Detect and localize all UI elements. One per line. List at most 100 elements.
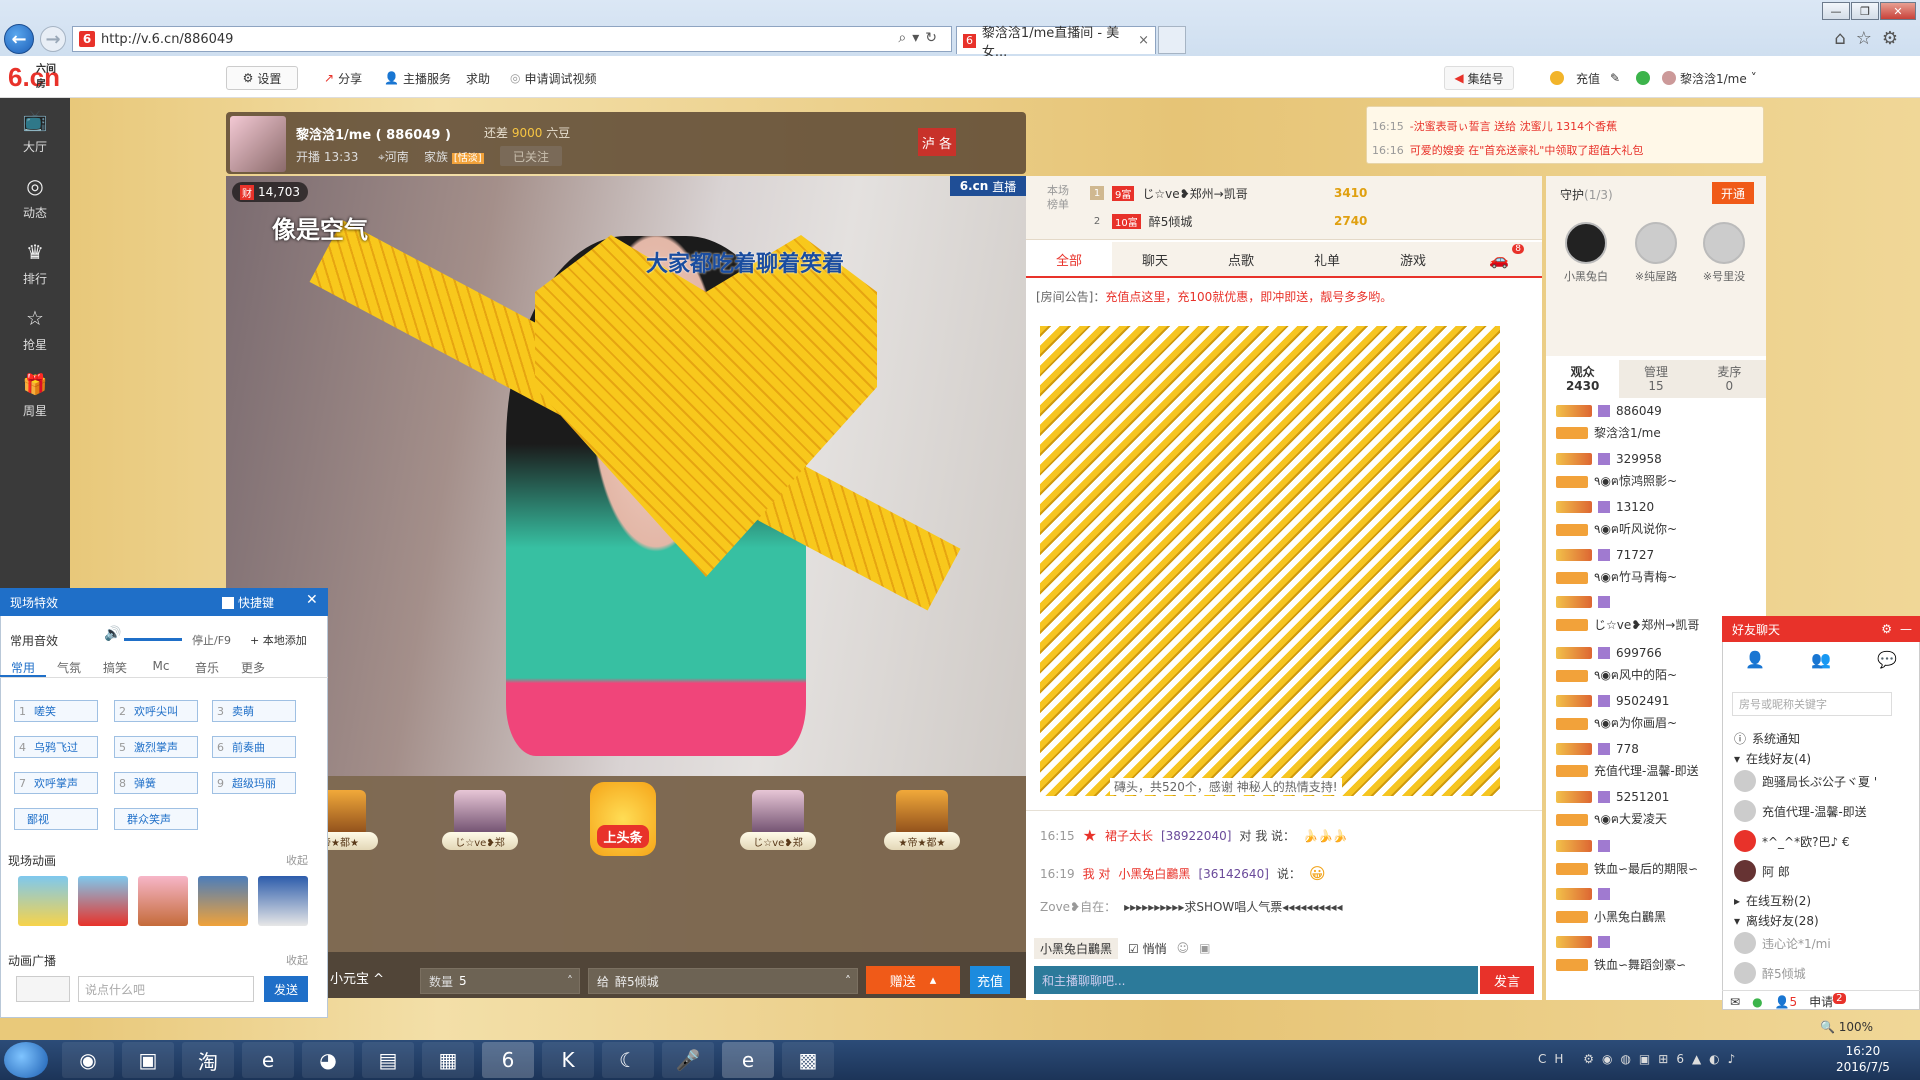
minimize-button[interactable]: —: [1822, 2, 1850, 20]
user-list-name[interactable]: ٩◉ฅ为你画眉~: [1556, 714, 1677, 733]
user-list-name[interactable]: 黎浛浛1/me: [1556, 424, 1661, 441]
animation-item[interactable]: [258, 876, 308, 926]
tab-close-icon[interactable]: ×: [1138, 33, 1149, 48]
quiet-checkbox[interactable]: ☑ 悄悄: [1128, 940, 1167, 957]
liujianfang-icon[interactable]: 6: [482, 1042, 534, 1078]
taobao-icon[interactable]: 淘: [182, 1042, 234, 1078]
user-list-name[interactable]: ٩◉ฅ惊鸿照影~: [1556, 472, 1677, 491]
user-list-item[interactable]: [1556, 840, 1616, 852]
sound-tab[interactable]: 更多: [230, 656, 276, 677]
back-button[interactable]: ←: [4, 24, 34, 54]
home-favorites-settings-icon[interactable]: ⌂☆⚙: [1834, 28, 1908, 49]
sound-effect-button[interactable]: 3 卖萌: [212, 700, 296, 722]
start-button[interactable]: [4, 1042, 48, 1078]
guard-member[interactable]: ※号里没: [1694, 222, 1754, 284]
windows-tiles-icon[interactable]: ▦: [422, 1042, 474, 1078]
share-link[interactable]: ↗ 分享: [324, 66, 362, 90]
gift-item[interactable]: ★帝★都★: [882, 790, 962, 870]
user-list-name[interactable]: 铁血∽最后的期限∽: [1556, 860, 1698, 877]
sound-tab[interactable]: 常用: [0, 656, 46, 677]
user-list-item[interactable]: 329958: [1556, 452, 1662, 466]
broadcast-send-button[interactable]: 发送: [264, 976, 308, 1002]
user-list-name[interactable]: 小黑兔白鸝黑: [1556, 908, 1666, 925]
gift-item[interactable]: じ☆ve❥郑: [738, 790, 818, 870]
user-list-name[interactable]: ٩◉ฅ听风说你~: [1556, 520, 1677, 539]
sound-effect-button[interactable]: 群众笑声: [114, 808, 198, 830]
collapse-broadcast-link[interactable]: 收起: [286, 952, 308, 968]
user-list-name[interactable]: ٩◉ฅ竹马青梅~: [1556, 568, 1677, 587]
headline-gift-button[interactable]: 上头条: [590, 782, 656, 856]
fans-group[interactable]: ▸ 在线互粉(2): [1734, 892, 1811, 909]
minimize-icon[interactable]: —: [1900, 622, 1912, 636]
user-menu[interactable]: 黎浛浛1/me ˅: [1662, 66, 1757, 90]
sound-tab[interactable]: 搞笑: [92, 656, 138, 677]
maximize-button[interactable]: ❐: [1851, 2, 1879, 20]
follow-button[interactable]: 已关注: [500, 146, 562, 166]
close-icon[interactable]: ✕: [306, 592, 318, 608]
open-guard-button[interactable]: 开通: [1712, 182, 1754, 204]
nav-item-dynamic[interactable]: ◎ 动态: [0, 166, 70, 228]
address-tools-icon[interactable]: ⌕▾↻: [898, 30, 943, 46]
tab-song[interactable]: 点歌: [1198, 242, 1284, 276]
system-message[interactable]: 16:16 可爱的嫂妾 在"首充送豪礼"中领取了超值大礼包: [1372, 142, 1643, 158]
user-list-item[interactable]: 5251201: [1556, 790, 1669, 804]
animation-item[interactable]: [78, 876, 128, 926]
tab-game[interactable]: 游戏: [1370, 242, 1456, 276]
address-bar[interactable]: 6 http://v.6.cn/886049 ⌕▾↻: [72, 26, 952, 52]
user-list-item[interactable]: [1556, 888, 1616, 900]
user-list-item[interactable]: 886049: [1556, 404, 1662, 418]
tab-admins[interactable]: 管理 15: [1619, 360, 1692, 398]
iqiyi-icon[interactable]: ▣: [122, 1042, 174, 1078]
broadcast-input[interactable]: 说点什么吧: [78, 976, 254, 1002]
sound-effect-button[interactable]: 8 弹簧: [114, 772, 198, 794]
tab-mic-queue[interactable]: 麦序 0: [1693, 360, 1766, 398]
site-logo[interactable]: 6.cn 六间房: [8, 62, 60, 93]
browser-tab[interactable]: 6 黎浛浛1/me直播间 - 美女... ×: [956, 26, 1156, 60]
sound-tab[interactable]: Mc: [138, 656, 184, 677]
input-language[interactable]: CH: [1538, 1052, 1571, 1066]
emoji-icon[interactable]: ☺: [1177, 941, 1190, 955]
online-status-icon[interactable]: ●: [1752, 995, 1762, 1009]
user-list-name[interactable]: ٩◉ฅ大爱凌天: [1556, 810, 1667, 829]
sound-effect-button[interactable]: 7 欢呼掌声: [14, 772, 98, 794]
user-list-item[interactable]: 71727: [1556, 548, 1654, 562]
forward-button[interactable]: →: [40, 26, 66, 52]
give-button[interactable]: 赠送 ▴: [866, 966, 960, 994]
tmall-icon[interactable]: ▤: [362, 1042, 414, 1078]
apply-debug-link[interactable]: ◎ 申请调试视频: [510, 66, 597, 90]
msg-user[interactable]: 裙子太长: [1105, 827, 1153, 844]
stop-button[interactable]: 停止/F9: [192, 632, 231, 648]
apply-link[interactable]: 申请 2: [1809, 993, 1846, 1010]
chrome-icon[interactable]: ◕: [302, 1042, 354, 1078]
collapse-animation-link[interactable]: 收起: [286, 852, 308, 868]
help-link[interactable]: 求助: [466, 66, 490, 90]
anchor-service-link[interactable]: 👤 主播服务: [384, 66, 451, 90]
user-list-item[interactable]: 778: [1556, 742, 1639, 756]
gear-icon[interactable]: ⚙: [1881, 622, 1892, 636]
chat-target[interactable]: 小黑兔白鸝黑: [1034, 937, 1119, 959]
anchor-family[interactable]: 家族 [恬淡]: [424, 148, 484, 165]
requests-count[interactable]: 👤5: [1775, 995, 1798, 1009]
edit-icon[interactable]: ✎: [1610, 66, 1620, 90]
user-list-item[interactable]: [1556, 596, 1616, 608]
friend-item[interactable]: 充值代理-温馨-即送: [1734, 800, 1867, 822]
friend-item[interactable]: 跑骚局长ぷ公子ヾ夏 ': [1734, 770, 1877, 792]
quantity-input[interactable]: 数量 5 ˄: [420, 968, 580, 994]
friend-item[interactable]: 醉5倾城: [1734, 962, 1806, 984]
gift-item[interactable]: じ☆ve❥郑: [440, 790, 520, 870]
sound-effect-button[interactable]: 2 欢呼尖叫: [114, 700, 198, 722]
person-icon[interactable]: 👤: [1745, 650, 1765, 676]
add-local-button[interactable]: + 本地添加: [250, 632, 307, 648]
game-app-icon[interactable]: ▩: [782, 1042, 834, 1078]
recharge-link[interactable]: 充值: [1576, 66, 1600, 90]
chat-bubble-icon[interactable]: 💬: [1877, 650, 1897, 676]
sound-tab[interactable]: 音乐: [184, 656, 230, 677]
friends-search-input[interactable]: 房号或昵称关键字: [1732, 692, 1892, 716]
volume-slider[interactable]: [124, 638, 182, 641]
rank-row[interactable]: 1 9富 じ☆ve❥郑州→凯哥 3410: [1090, 182, 1367, 204]
friend-item[interactable]: *^_^*欧?巴♪ €: [1734, 830, 1850, 852]
offline-friends-group[interactable]: ▾ 离线好友(28): [1734, 912, 1819, 929]
sound-effect-button[interactable]: 鄙视: [14, 808, 98, 830]
tab-audience[interactable]: 观众 2430: [1546, 360, 1620, 398]
system-message[interactable]: 16:15 -沈蜜表哥ぃ誓言 送给 沈蜜儿 1314个香蕉: [1372, 118, 1617, 134]
